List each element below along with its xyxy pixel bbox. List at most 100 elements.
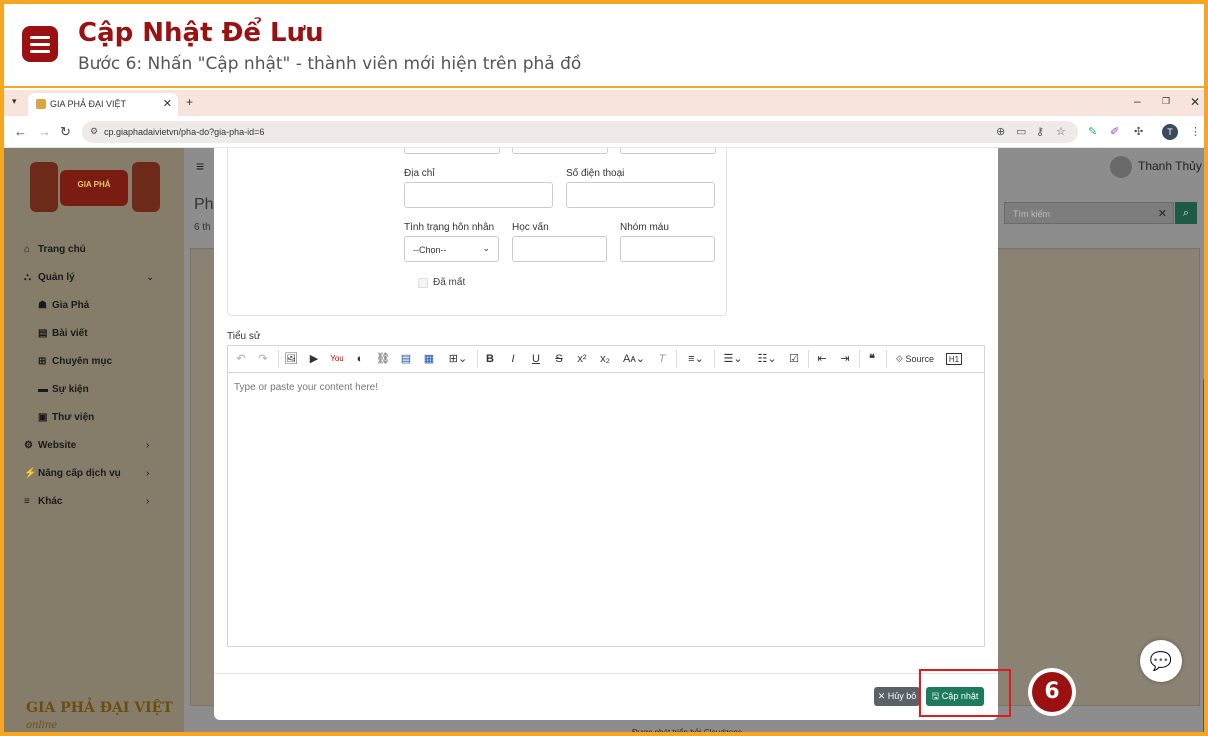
youtube-icon[interactable]: You — [329, 351, 345, 367]
indent-icon[interactable]: ⇥ — [837, 351, 853, 367]
sidebar-item-other[interactable]: ≡ Khác — [24, 496, 62, 507]
pen-extension-icon[interactable]: ✐ — [1110, 125, 1119, 138]
footer-text: Được phát triển bởi Cloudzone. — [632, 728, 745, 736]
list-icon — [22, 26, 58, 62]
sidebar-item-website[interactable]: ⚙ Website — [24, 440, 76, 451]
heading-icon[interactable]: H1 — [946, 353, 962, 365]
subscript-icon[interactable]: x₂ — [597, 351, 613, 367]
page-subtitle: 6 th — [194, 222, 211, 233]
password-key-icon[interactable]: ⚷ — [1036, 125, 1044, 138]
source-icon: ⟐ — [895, 354, 904, 364]
bold-icon[interactable]: B — [482, 351, 498, 367]
input-fragment[interactable] — [620, 148, 716, 154]
browser-menu-icon[interactable]: ⋮ — [1190, 125, 1201, 138]
site-info-icon[interactable]: ⚙ — [90, 126, 98, 137]
sidebar-item-upgrade[interactable]: ⚡ Nâng cấp dịch vụ — [24, 468, 121, 479]
superscript-icon[interactable]: x² — [574, 351, 590, 367]
education-input[interactable] — [512, 236, 607, 262]
url-field[interactable]: ⚙ cp.giaphadaivietvn/pha-do?gia-pha-id=6 — [82, 121, 1078, 143]
font-size-icon[interactable]: Aᴀ⌄ — [620, 351, 648, 367]
image-icon[interactable]: 🖼 — [284, 351, 298, 367]
install-icon[interactable]: ▭ — [1016, 125, 1026, 138]
profile-avatar[interactable]: T — [1162, 124, 1178, 140]
chat-support-button[interactable]: 💬 — [1140, 640, 1182, 682]
strikethrough-icon[interactable]: S — [551, 351, 567, 367]
todo-list-icon[interactable]: ☑ — [786, 351, 802, 367]
undo-icon[interactable]: ↶ — [234, 351, 248, 367]
zoom-icon[interactable]: ⊕ — [996, 125, 1005, 138]
search-button[interactable]: ⌕ — [1175, 202, 1197, 224]
modal-footer-divider — [214, 673, 998, 674]
blockquote-icon[interactable]: ❝ — [864, 351, 880, 367]
sidebar: GIA PHẢ ⌂ Trang chủ ⛬ Quản lý ⌄ ☗ Gia Phả ▤… — [4, 148, 184, 732]
window-close-icon[interactable]: ✕ — [1190, 95, 1200, 109]
toolbar-divider — [808, 350, 809, 368]
phone-input[interactable] — [566, 182, 715, 208]
bio-editor[interactable]: ↶ ↷ 🖼 ▶ You ◐ ⛓ ▤ ▦ ⊞⌄ B I U S x² x₂ Aᴀ⌄… — [227, 345, 985, 647]
hamburger-icon[interactable]: ≡ — [196, 158, 204, 174]
grid-icon: ⊞ — [38, 356, 47, 367]
align-icon[interactable]: ≡⌄ — [682, 351, 710, 367]
sidebar-item-giapha[interactable]: ☗ Gia Phả — [38, 300, 89, 311]
back-icon[interactable]: ← — [14, 124, 27, 139]
marital-select[interactable]: --Chọn-- ⌄ — [404, 236, 499, 262]
search-input[interactable]: Tìm kiếm ✕ — [1004, 202, 1174, 224]
phone-label: Số điện thoại — [566, 168, 625, 179]
bars-icon: ≡ — [24, 496, 30, 507]
document-icon[interactable]: ▤ — [398, 351, 414, 367]
deceased-checkbox[interactable] — [418, 278, 428, 288]
logo-bottom: GIA PHẢ ĐẠI VIỆT online — [26, 700, 173, 731]
new-tab-icon[interactable]: + — [186, 95, 193, 109]
audio-icon[interactable]: ◐ — [352, 351, 368, 367]
address-input[interactable] — [404, 182, 553, 208]
users-icon: ☗ — [38, 300, 47, 311]
restore-icon[interactable]: ❐ — [1162, 96, 1170, 107]
browser-tab[interactable]: GIA PHẢ ĐẠI VIỆT ✕ — [28, 93, 178, 116]
tutorial-subtitle: Bước 6: Nhấn "Cập nhật" - thành viên mới… — [78, 54, 582, 74]
link-icon[interactable]: ⛓ — [375, 351, 391, 367]
drum-right — [132, 162, 160, 212]
sidebar-item-articles[interactable]: ▤ Bài viết — [38, 328, 88, 339]
table-icon[interactable]: ⊞⌄ — [444, 351, 472, 367]
page-scrollbar[interactable] — [1203, 378, 1204, 732]
logo-top: GIA PHẢ — [14, 154, 174, 220]
clear-icon[interactable]: ✕ — [1158, 207, 1167, 220]
sidebar-item-categories[interactable]: ⊞ Chuyên mục — [38, 356, 112, 367]
source-button[interactable]: ⟐ Source — [891, 351, 939, 367]
sidebar-item-manage[interactable]: ⛬ Quản lý — [24, 272, 75, 283]
input-fragment[interactable] — [512, 148, 608, 154]
blood-input[interactable] — [620, 236, 715, 262]
extension-icon[interactable]: ✎ — [1088, 125, 1097, 138]
minimize-icon[interactable]: – — [1134, 94, 1141, 108]
template-icon[interactable]: ▦ — [421, 351, 437, 367]
browser-addressbar: ← → ↻ ⚙ cp.giaphadaivietvn/pha-do?gia-ph… — [4, 116, 1204, 148]
user-menu[interactable]: Thanh Thủy — [1110, 156, 1202, 178]
step-number: 6 — [1032, 672, 1072, 712]
bookmark-star-icon[interactable]: ☆ — [1056, 125, 1066, 138]
redo-icon[interactable]: ↷ — [256, 351, 270, 367]
sidebar-item-home[interactable]: ⌂ Trang chủ — [24, 244, 86, 255]
media-icon[interactable]: ▶ — [306, 351, 322, 367]
input-fragment[interactable] — [404, 148, 500, 154]
sidebar-item-events[interactable]: ▬ Sự kiện — [38, 384, 89, 395]
tab-close-icon[interactable]: ✕ — [163, 97, 172, 110]
chart-icon: ⚡ — [24, 468, 37, 479]
tab-title: GIA PHẢ ĐẠI VIỆT — [50, 99, 127, 109]
extensions-puzzle-icon[interactable]: ✣ — [1134, 125, 1143, 138]
chevron-down-icon: ⌄ — [482, 243, 490, 253]
tab-list-icon[interactable]: ▾ — [12, 96, 17, 107]
remove-format-icon[interactable]: T — [654, 351, 670, 367]
sitemap-icon: ⛬ — [24, 272, 31, 283]
step-badge: 6 — [1028, 668, 1076, 716]
drum-left — [30, 162, 58, 212]
numbered-list-icon[interactable]: ☷⌄ — [753, 351, 781, 367]
reload-icon[interactable]: ↻ — [60, 124, 71, 140]
sidebar-item-library[interactable]: ▣ Thư viện — [38, 412, 94, 423]
italic-icon[interactable]: I — [505, 351, 521, 367]
cancel-button[interactable]: ✕ Hủy bỏ — [874, 687, 920, 706]
bullet-list-icon[interactable]: ☰⌄ — [719, 351, 747, 367]
outdent-icon[interactable]: ⇤ — [814, 351, 830, 367]
forward-icon[interactable]: → — [38, 124, 51, 139]
toolbar-divider — [714, 350, 715, 368]
underline-icon[interactable]: U — [528, 351, 544, 367]
